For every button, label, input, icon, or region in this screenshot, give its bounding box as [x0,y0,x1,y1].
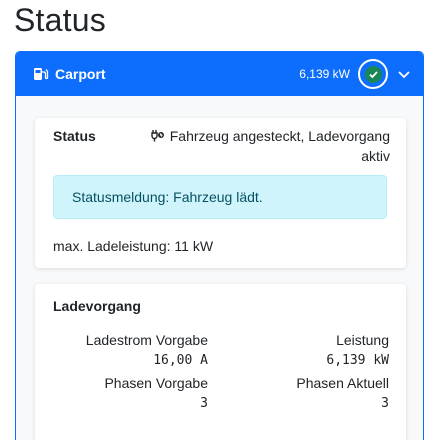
status-value-wrap: Fahrzeug angesteckt, Ladevorgang aktiv [140,126,390,166]
status-value: Fahrzeug angesteckt, Ladevorgang aktiv [169,128,390,164]
charging-card: Ladevorgang Ladestrom Vorgabe 16,00 A Le… [35,284,406,440]
field-label: Leistung [336,332,389,348]
panel-power: 6,139 kW [299,67,350,81]
max-charging-power: max. Ladeleistung: 11 kW [53,238,214,254]
field-value: 16,00 A [153,353,208,368]
check-circle-icon [364,65,382,83]
status-ok-badge [358,59,388,89]
field-label: Phasen Vorgabe [104,375,208,391]
page-title: Status [14,2,106,38]
field-label: Ladestrom Vorgabe [85,332,208,348]
panel-title: Carport [55,66,106,82]
field-value: 3 [200,396,208,411]
ev-charger-icon [33,66,49,82]
charging-title: Ladevorgang [53,298,141,314]
panel-header[interactable]: Carport 6,139 kW [16,52,423,96]
status-card: Status Fahrzeug angesteckt, Ladevorgang … [35,118,406,268]
plug-icon [151,128,167,142]
field-label: Phasen Aktuell [296,375,389,391]
field-value: 6,139 kW [326,353,389,368]
status-alert: Statusmeldung: Fahrzeug lädt. [53,175,387,219]
chevron-down-icon[interactable] [395,65,413,83]
status-label: Status [53,128,96,144]
charge-point-panel: Carport 6,139 kW Status Fahrzeug angeste… [15,51,424,440]
field-value: 3 [381,396,389,411]
